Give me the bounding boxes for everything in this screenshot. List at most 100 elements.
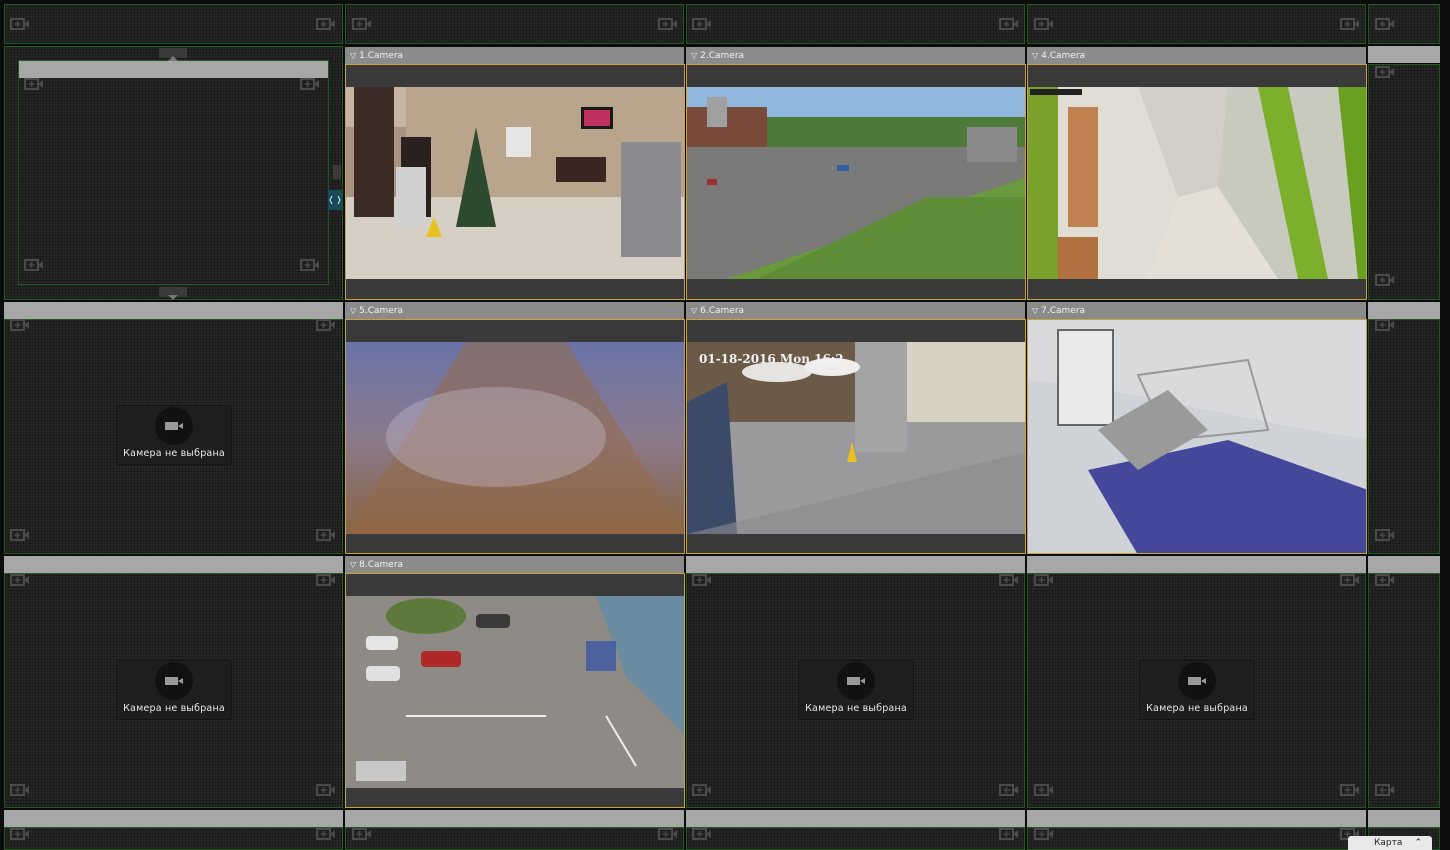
add-camera-icon[interactable] (316, 319, 336, 331)
filter-icon[interactable]: ▽ (1032, 306, 1038, 315)
add-camera-icon[interactable] (1375, 274, 1395, 286)
camera-icon (1178, 662, 1216, 700)
add-camera-icon[interactable] (10, 574, 30, 586)
camera-tile[interactable] (686, 64, 1026, 300)
camera-tile[interactable] (1027, 319, 1367, 554)
cell-header-strip (1368, 810, 1440, 827)
mini-layout-panel[interactable] (18, 60, 329, 285)
camera-tile[interactable] (1027, 64, 1367, 300)
cell-header-strip (1027, 556, 1366, 573)
camera-video-plaza[interactable]: 01-18-2016 Mon 16:2 (687, 342, 1025, 534)
grid-cell[interactable] (4, 827, 343, 850)
cell-header-strip (4, 810, 343, 827)
camera-video-parking-lot[interactable] (346, 596, 684, 788)
filter-icon[interactable]: ▽ (350, 560, 356, 569)
scroll-up-button[interactable] (159, 48, 187, 61)
camera-video-lobby[interactable] (346, 87, 684, 279)
camera-header[interactable]: ▽ 7.Camera (1027, 302, 1366, 319)
camera-header[interactable]: ▽ 2.Camera (686, 47, 1025, 64)
add-camera-icon[interactable] (316, 529, 336, 541)
no-camera-placeholder[interactable]: Камера не выбрана (798, 660, 914, 720)
add-camera-icon[interactable] (999, 574, 1019, 586)
camera-tile[interactable] (345, 64, 685, 300)
add-camera-icon[interactable] (300, 78, 320, 90)
grid-cell[interactable] (1027, 827, 1366, 850)
add-camera-icon[interactable] (24, 78, 44, 90)
add-camera-icon[interactable] (352, 828, 372, 840)
add-camera-icon[interactable] (1034, 784, 1054, 796)
add-camera-icon[interactable] (1034, 828, 1054, 840)
no-camera-placeholder[interactable]: Камера не выбрана (116, 660, 232, 720)
add-camera-icon[interactable] (692, 18, 712, 30)
camera-video-stairwell[interactable] (1028, 320, 1366, 553)
add-camera-icon[interactable] (10, 18, 30, 30)
add-camera-icon[interactable] (300, 259, 320, 271)
grid-cell[interactable] (686, 4, 1025, 44)
map-button-label: Карта (1374, 838, 1403, 848)
expand-panel-button[interactable] (328, 190, 342, 210)
add-camera-icon[interactable] (316, 784, 336, 796)
camera-tile[interactable] (345, 573, 685, 808)
scroll-down-button[interactable] (159, 287, 187, 300)
add-camera-icon[interactable] (658, 18, 678, 30)
grid-cell[interactable] (1368, 319, 1440, 554)
filter-icon[interactable]: ▽ (1032, 51, 1038, 60)
camera-header[interactable]: ▽ 1.Camera (345, 47, 684, 64)
add-camera-icon[interactable] (352, 18, 372, 30)
grid-cell[interactable] (686, 827, 1025, 850)
camera-video-parking-lawn[interactable] (687, 87, 1025, 279)
add-camera-icon[interactable] (999, 18, 1019, 30)
filter-icon[interactable]: ▽ (350, 306, 356, 315)
side-scroll-handle[interactable] (333, 165, 341, 179)
add-camera-icon[interactable] (10, 529, 30, 541)
add-camera-icon[interactable] (999, 828, 1019, 840)
grid-cell[interactable] (1368, 64, 1440, 300)
camera-icon (155, 662, 193, 700)
add-camera-icon[interactable] (692, 828, 712, 840)
add-camera-icon[interactable] (692, 574, 712, 586)
add-camera-icon[interactable] (1034, 574, 1054, 586)
camera-tile[interactable]: 01-18-2016 Mon 16:2 (686, 319, 1026, 554)
add-camera-icon[interactable] (10, 319, 30, 331)
camera-header[interactable]: ▽ 4.Camera (1027, 47, 1366, 64)
add-camera-icon[interactable] (1375, 784, 1395, 796)
add-camera-icon[interactable] (316, 574, 336, 586)
add-camera-icon[interactable] (1375, 319, 1395, 331)
no-camera-placeholder[interactable]: Камера не выбрана (116, 405, 232, 465)
grid-cell[interactable] (1368, 573, 1440, 808)
add-camera-icon[interactable] (1340, 784, 1360, 796)
filter-icon[interactable]: ▽ (350, 51, 356, 60)
grid-cell[interactable] (1027, 4, 1366, 44)
add-camera-icon[interactable] (1375, 18, 1395, 30)
no-camera-label: Камера не выбрана (1146, 703, 1248, 714)
add-camera-icon[interactable] (1340, 18, 1360, 30)
add-camera-icon[interactable] (1034, 18, 1054, 30)
add-camera-icon[interactable] (1375, 574, 1395, 586)
add-camera-icon[interactable] (1340, 574, 1360, 586)
filter-icon[interactable]: ▽ (691, 306, 697, 315)
camera-label: 2.Camera (700, 51, 745, 61)
add-camera-icon[interactable] (692, 784, 712, 796)
no-camera-placeholder[interactable]: Камера не выбрана (1139, 660, 1255, 720)
camera-label: 4.Camera (1041, 51, 1086, 61)
add-camera-icon[interactable] (316, 828, 336, 840)
camera-video-tunnel[interactable] (346, 342, 684, 534)
add-camera-icon[interactable] (24, 259, 44, 271)
add-camera-icon[interactable] (10, 784, 30, 796)
camera-header[interactable]: ▽ 6.Camera (686, 302, 1025, 319)
camera-video-corridor[interactable] (1028, 87, 1366, 279)
grid-cell[interactable] (345, 827, 684, 850)
add-camera-icon[interactable] (999, 784, 1019, 796)
map-button[interactable]: Карта ⌃ (1348, 836, 1432, 850)
add-camera-icon[interactable] (658, 828, 678, 840)
camera-header[interactable]: ▽ 8.Camera (345, 556, 684, 573)
grid-cell[interactable] (4, 4, 343, 44)
camera-header[interactable]: ▽ 5.Camera (345, 302, 684, 319)
filter-icon[interactable]: ▽ (691, 51, 697, 60)
grid-cell[interactable] (345, 4, 684, 44)
camera-tile[interactable] (345, 319, 685, 554)
add-camera-icon[interactable] (10, 828, 30, 840)
add-camera-icon[interactable] (1375, 529, 1395, 541)
add-camera-icon[interactable] (1375, 66, 1395, 78)
add-camera-icon[interactable] (316, 18, 336, 30)
